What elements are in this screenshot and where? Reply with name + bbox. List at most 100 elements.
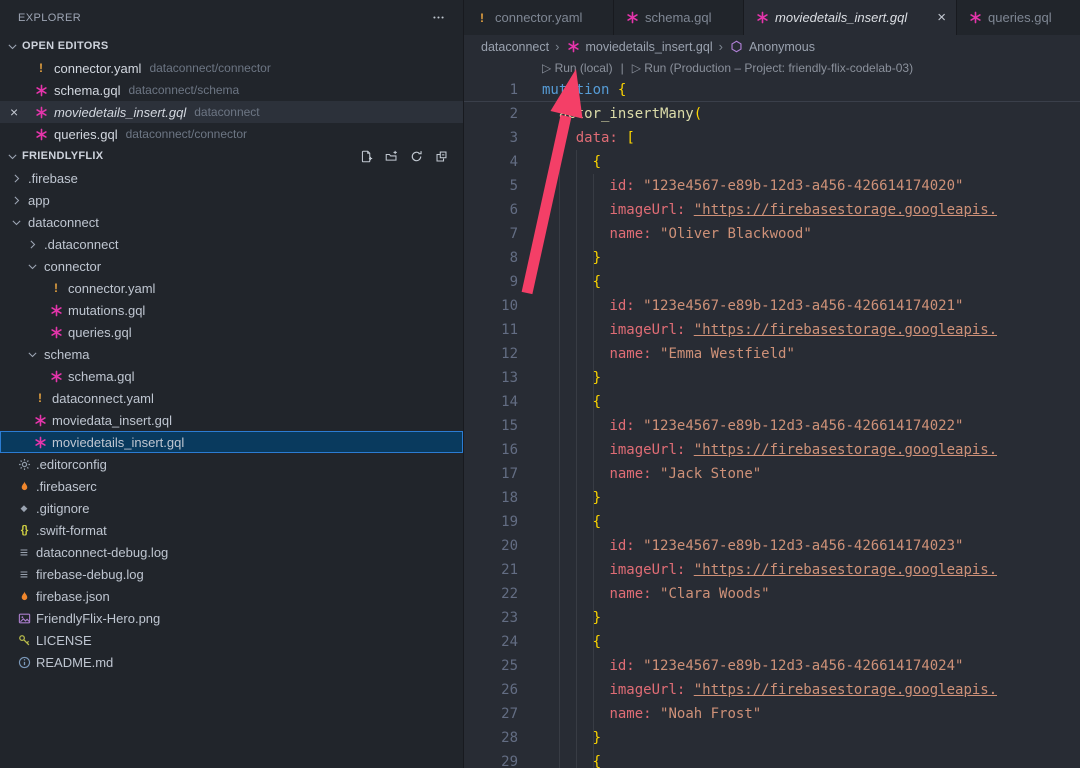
code-line[interactable]: 10 id: "123e4567-e89b-12d3-a456-42661417… [464,294,1080,318]
chevron-down-icon [24,346,40,362]
code-line[interactable]: 26 imageUrl: "https://firebasestorage.go… [464,678,1080,702]
code-line[interactable]: 18 } [464,486,1080,510]
chevron-down-icon [24,258,40,274]
code-line[interactable]: 17 name: "Jack Stone" [464,462,1080,486]
warning-icon: ! [474,10,490,26]
tab-connector.yaml[interactable]: ! connector.yaml [464,0,614,35]
tab-label: moviedetails_insert.gql [775,10,907,25]
tree-file-firebase.json[interactable]: firebase.json [0,585,463,607]
tree-folder-app[interactable]: app [0,189,463,211]
tab-moviedetails_insert.gql[interactable]: moviedetails_insert.gql × [744,0,957,35]
tree-file-.editorconfig[interactable]: .editorconfig [0,453,463,475]
refresh-button[interactable] [406,147,424,165]
tree-file-queries.gql[interactable]: queries.gql [0,321,463,343]
tree-folder-connector[interactable]: connector [0,255,463,277]
graphql-icon [48,302,64,318]
close-icon[interactable]: × [931,9,946,26]
tree-file-.gitignore[interactable]: ◆.gitignore [0,497,463,519]
code-line[interactable]: 12 name: "Emma Westfield" [464,342,1080,366]
collapse-all-button[interactable] [431,147,449,165]
code-line[interactable]: 13 } [464,366,1080,390]
tree-file-dataconnect-debug.log[interactable]: ≡dataconnect-debug.log [0,541,463,563]
breadcrumb-item[interactable]: Anonymous [729,39,815,55]
code-line[interactable]: 19 { [464,510,1080,534]
code-line[interactable]: 25 id: "123e4567-e89b-12d3-a456-42661417… [464,654,1080,678]
tree-file-README.md[interactable]: README.md [0,651,463,673]
tree-file-mutations.gql[interactable]: mutations.gql [0,299,463,321]
tree-file-.firebaserc[interactable]: .firebaserc [0,475,463,497]
line-number: 4 [464,150,518,174]
file-path: dataconnect/schema [128,83,239,97]
code-line[interactable]: 3 data: [ [464,126,1080,150]
tree-file-LICENSE[interactable]: LICENSE [0,629,463,651]
code-line[interactable]: 6 imageUrl: "https://firebasestorage.goo… [464,198,1080,222]
more-actions-button[interactable] [429,9,447,27]
tree-file-firebase-debug.log[interactable]: ≡firebase-debug.log [0,563,463,585]
close-icon[interactable]: × [10,101,18,123]
tree-folder-.firebase[interactable]: .firebase [0,167,463,189]
line-number: 28 [464,726,518,750]
code-line[interactable]: 21 imageUrl: "https://firebasestorage.go… [464,558,1080,582]
new-folder-button[interactable] [381,147,399,165]
code-line[interactable]: 27 name: "Noah Frost" [464,702,1080,726]
code-line[interactable]: 23 } [464,606,1080,630]
image-icon [16,610,32,626]
code-line[interactable]: 5 id: "123e4567-e89b-12d3-a456-426614174… [464,174,1080,198]
item-label: README.md [36,655,113,670]
open-editors-header[interactable]: OPEN EDITORS [0,35,463,57]
open-editor-item[interactable]: queries.gqldataconnect/connector [0,123,463,145]
graphql-icon [32,412,48,428]
code-line[interactable]: 4 { [464,150,1080,174]
item-label: connector [44,259,101,274]
tree-folder-schema[interactable]: schema [0,343,463,365]
tree-file-.swift-format[interactable]: {}.swift-format [0,519,463,541]
more-actions-icon [430,10,446,26]
tree-file-moviedetails_insert.gql[interactable]: moviedetails_insert.gql [0,431,463,453]
run-local-link[interactable]: ▷ Run (local) [542,61,613,75]
code-line[interactable]: 8 } [464,246,1080,270]
code-line[interactable]: 24 { [464,630,1080,654]
tree-file-moviedata_insert.gql[interactable]: moviedata_insert.gql [0,409,463,431]
code-line[interactable]: 7 name: "Oliver Blackwood" [464,222,1080,246]
line-number: 18 [464,486,518,510]
open-editor-item[interactable]: schema.gqldataconnect/schema [0,79,463,101]
open-editor-item[interactable]: !connector.yamldataconnect/connector [0,57,463,79]
code-line[interactable]: 11 imageUrl: "https://firebasestorage.go… [464,318,1080,342]
tab-queries.gql[interactable]: queries.gql [957,0,1080,35]
code-line[interactable]: 28 } [464,726,1080,750]
new-file-button[interactable] [356,147,374,165]
code-line[interactable]: 16 imageUrl: "https://firebasestorage.go… [464,438,1080,462]
line-number: 2 [464,102,518,126]
item-label: dataconnect-debug.log [36,545,168,560]
graphql-icon [48,324,64,340]
code-lines: 1mutation {2 actor_insertMany(3 data: [4… [464,78,1080,768]
tab-bar: ! connector.yaml schema.gql moviedetails_in… [464,0,1080,35]
breadcrumb-item[interactable]: moviedetails_insert.gql [565,39,712,55]
code-line[interactable]: 20 id: "123e4567-e89b-12d3-a456-42661417… [464,534,1080,558]
code-line[interactable]: 9 { [464,270,1080,294]
line-content: imageUrl: "https://firebasestorage.googl… [518,558,997,582]
open-editor-item[interactable]: ×moviedetails_insert.gqldataconnect [0,101,463,123]
breadcrumb-item[interactable]: dataconnect [481,40,549,54]
project-section-header[interactable]: FRIENDLYFLIX [0,145,463,167]
tree-folder-dataconnect[interactable]: dataconnect [0,211,463,233]
tree-file-FriendlyFlix-Hero.png[interactable]: FriendlyFlix-Hero.png [0,607,463,629]
tab-label: connector.yaml [495,10,582,25]
code-editor[interactable]: ▷ Run (local) | ▷ Run (Production – Proj… [464,58,1080,768]
tree-file-dataconnect.yaml[interactable]: !dataconnect.yaml [0,387,463,409]
code-line[interactable]: 2 actor_insertMany( [464,102,1080,126]
tree-file-connector.yaml[interactable]: !connector.yaml [0,277,463,299]
code-line[interactable]: 1mutation { [464,78,1080,102]
warning-icon: ! [33,60,49,76]
line-content: id: "123e4567-e89b-12d3-a456-42661417402… [518,654,963,678]
tab-label: schema.gql [645,10,711,25]
code-line[interactable]: 14 { [464,390,1080,414]
tab-schema.gql[interactable]: schema.gql [614,0,744,35]
tree-folder-.dataconnect[interactable]: .dataconnect [0,233,463,255]
line-content: data: [ [518,126,635,150]
code-line[interactable]: 22 name: "Clara Woods" [464,582,1080,606]
run-production-link[interactable]: ▷ Run (Production – Project: friendly-fl… [632,61,913,75]
code-line[interactable]: 29 { [464,750,1080,768]
code-line[interactable]: 15 id: "123e4567-e89b-12d3-a456-42661417… [464,414,1080,438]
tree-file-schema.gql[interactable]: schema.gql [0,365,463,387]
